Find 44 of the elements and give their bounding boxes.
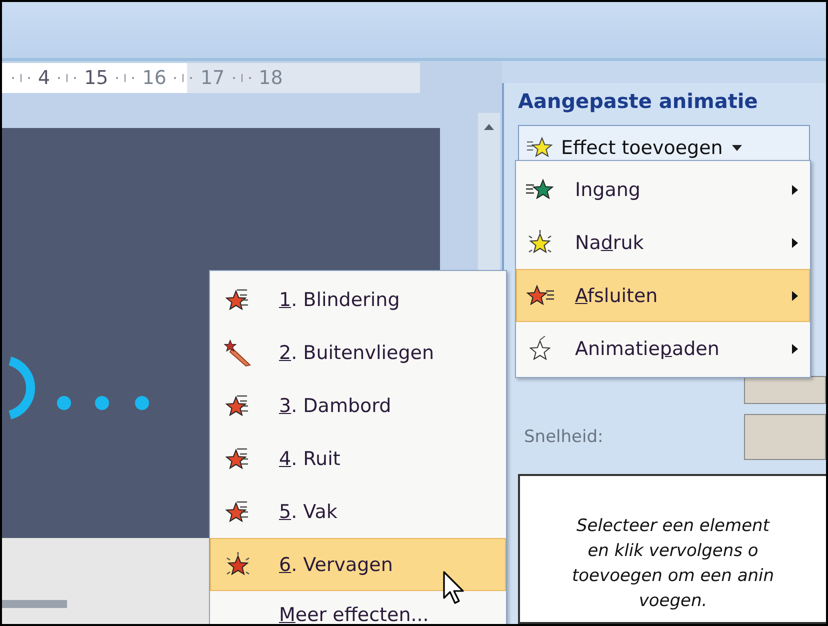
ruler-ticks xyxy=(172,73,194,83)
menu-item[interactable]: 6. Vervagen xyxy=(210,538,506,591)
star-icon xyxy=(525,282,555,308)
menu-item[interactable]: Animatiepaden xyxy=(516,322,810,375)
ruler-number: 15 xyxy=(84,67,108,89)
menu-item[interactable]: 5. Vak xyxy=(210,485,506,538)
ruler-ticks xyxy=(10,73,32,83)
menu-item[interactable]: Afsluiten xyxy=(516,269,810,322)
property-field[interactable] xyxy=(744,376,826,404)
ruler-number: 17 xyxy=(200,67,225,89)
menu-item[interactable]: 2. Buitenvliegen xyxy=(210,326,506,379)
menu-item-label: Afsluiten xyxy=(575,284,659,306)
speed-field[interactable] xyxy=(744,414,826,460)
ruler-ticks xyxy=(56,73,78,83)
submenu-arrow-icon xyxy=(791,342,799,354)
star-icon xyxy=(223,338,253,366)
menu-item[interactable]: 4. Ruit xyxy=(210,432,506,485)
submenu-arrow-icon xyxy=(791,236,799,248)
pane-title: Aangepaste animatie xyxy=(518,88,759,115)
star-icon xyxy=(527,136,553,160)
submenu-arrow-icon xyxy=(791,184,799,196)
menu-item[interactable]: Nadruk xyxy=(516,216,810,269)
menu-item-label: 1. Blindering xyxy=(279,288,401,310)
more-effects-item[interactable]: Meer effecten... xyxy=(210,591,506,624)
menu-item-label: 5. Vak xyxy=(279,500,338,522)
ruler-number: 4 xyxy=(38,67,50,89)
menu-item-label: Animatiepaden xyxy=(575,338,720,360)
menu-item-label: 2. Buitenvliegen xyxy=(279,342,435,364)
speed-label: Snelheid: xyxy=(524,427,604,447)
menu-item[interactable]: 3. Dambord xyxy=(210,379,506,432)
ruler-number: 16 xyxy=(142,67,166,89)
ruler-number: 18 xyxy=(258,67,283,89)
star-icon xyxy=(525,176,555,202)
menu-item-label: Ingang xyxy=(575,178,642,200)
ruler-ticks xyxy=(114,73,136,83)
submenu-arrow-icon xyxy=(791,290,799,302)
menu-item-label: 4. Ruit xyxy=(279,448,342,470)
menu-item-label: 6. Vervagen xyxy=(279,554,394,576)
ruler-ticks xyxy=(230,73,253,83)
menu-item-label: 3. Dambord xyxy=(279,394,392,416)
menu-item[interactable]: 1. Blindering xyxy=(210,273,506,326)
hint-text: Selecteer een element en klik vervolgens o toevoegen om een anin voegen. xyxy=(570,515,776,613)
menu-item-label: Nadruk xyxy=(575,232,645,254)
caret-icon xyxy=(730,144,743,152)
